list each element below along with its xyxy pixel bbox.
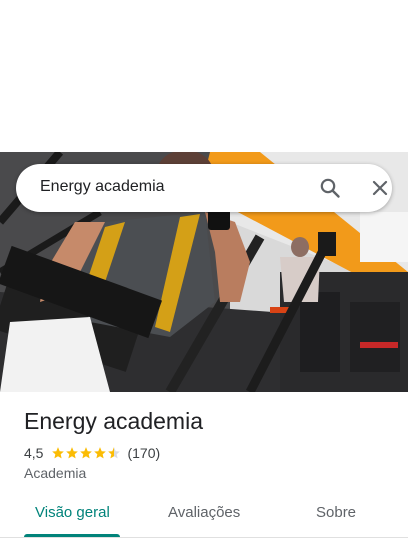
rating-stars [51, 446, 121, 460]
tabs-divider [0, 537, 408, 538]
place-title: Energy academia [24, 408, 203, 434]
star-icon [94, 447, 107, 459]
tab-reviews[interactable]: Avaliações [168, 504, 240, 521]
blank-area [0, 0, 408, 152]
star-icon [66, 447, 79, 459]
half-star-icon [108, 447, 121, 459]
search-input[interactable]: Energy academia [40, 178, 165, 196]
tab-overview[interactable]: Visão geral [35, 504, 110, 521]
close-icon[interactable] [368, 176, 392, 200]
tab-about[interactable]: Sobre [316, 504, 356, 521]
rating-value: 4,5 [24, 445, 44, 461]
search-bar[interactable]: Energy academia [16, 164, 392, 212]
star-icon [52, 447, 65, 459]
place-tabs: Visão geral Avaliações Sobre [0, 494, 408, 538]
rating-row[interactable]: 4,5 (170) [24, 444, 160, 462]
star-icon [80, 447, 93, 459]
place-category[interactable]: Academia [24, 465, 86, 481]
search-icon[interactable] [318, 176, 342, 200]
review-count[interactable]: (170) [127, 445, 160, 461]
